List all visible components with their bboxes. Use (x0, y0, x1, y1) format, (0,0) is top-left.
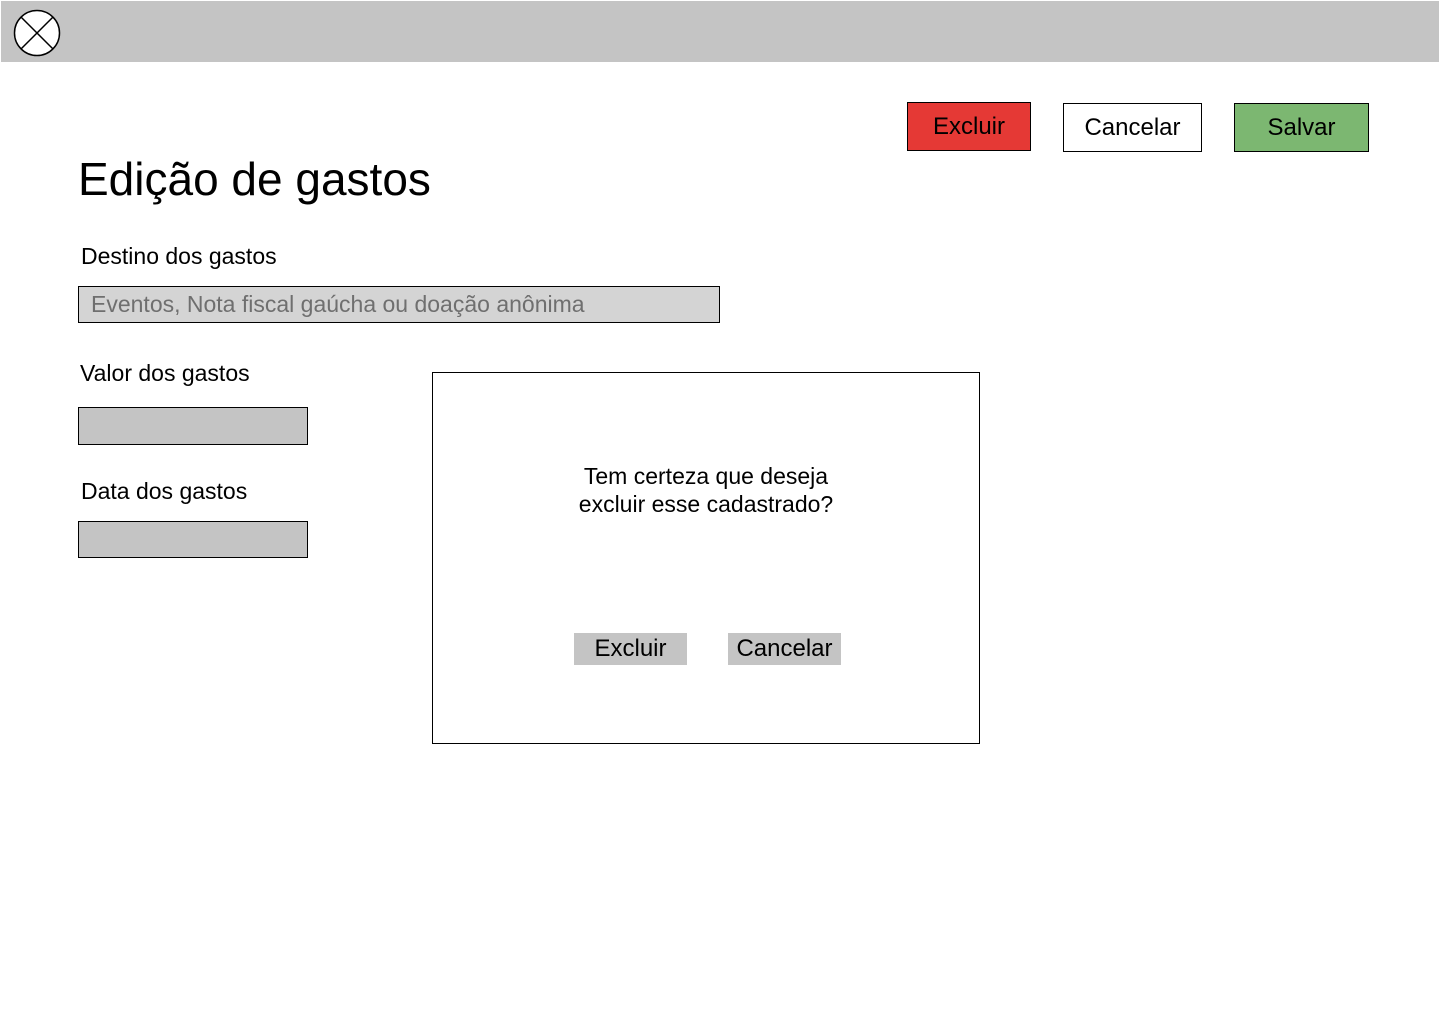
dialog-cancel-button[interactable]: Cancelar (728, 633, 841, 665)
top-bar (1, 1, 1439, 62)
valor-label: Valor dos gastos (80, 360, 250, 386)
circle-x-icon[interactable] (13, 9, 61, 57)
dialog-confirm-delete-button[interactable]: Excluir (574, 633, 687, 665)
destino-input[interactable] (78, 286, 720, 323)
confirm-delete-dialog: Tem certeza que deseja excluir esse cada… (432, 372, 980, 744)
cancel-button[interactable]: Cancelar (1063, 103, 1202, 152)
destino-label: Destino dos gastos (81, 243, 277, 269)
dialog-message-line-1: Tem certeza que deseja (583, 463, 829, 489)
page-title: Edição de gastos (78, 153, 431, 205)
dialog-message: Tem certeza que deseja excluir esse cada… (433, 462, 979, 518)
data-label: Data dos gastos (81, 478, 248, 504)
dialog-message-line-2: excluir esse cadastrado? (578, 491, 834, 517)
valor-input[interactable] (78, 407, 308, 445)
data-input[interactable] (78, 521, 308, 558)
save-button[interactable]: Salvar (1234, 103, 1369, 152)
page: Excluir Cancelar Salvar Edição de gastos… (0, 0, 1440, 1024)
delete-button[interactable]: Excluir (907, 102, 1031, 151)
